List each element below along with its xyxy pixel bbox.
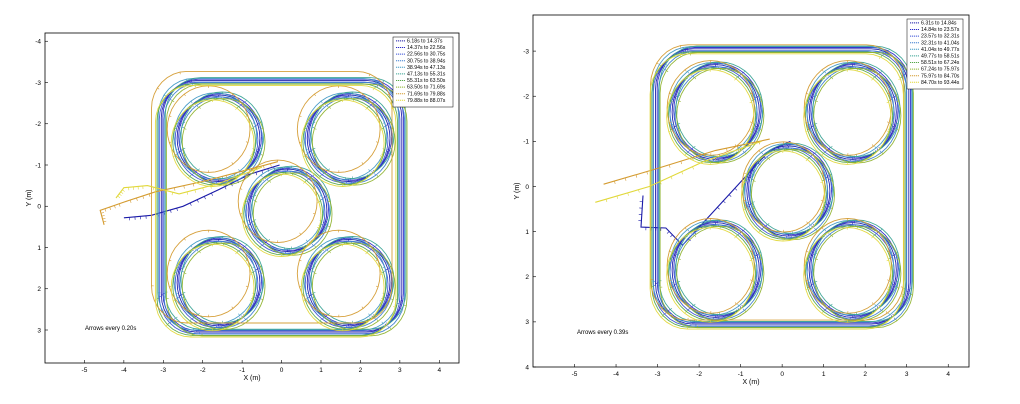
y-axis-label: Y (m) xyxy=(26,190,33,207)
legend-entry: 30.75s to 38.94s xyxy=(407,58,446,64)
legend-entry: 75.97s to 84.70s xyxy=(921,73,960,79)
x-tick-label: -5 xyxy=(82,367,88,374)
x-tick-label: -2 xyxy=(200,367,206,374)
x-tick-label: 0 xyxy=(280,367,284,374)
y-tick-label: -2 xyxy=(523,94,529,101)
x-tick-label: -2 xyxy=(696,371,702,378)
legend-entry: 84.70s to 93.44s xyxy=(921,80,960,86)
legend-entry: 71.69s to 79.88s xyxy=(407,91,446,97)
x-tick-label: -3 xyxy=(655,371,661,378)
x-tick-label: -3 xyxy=(160,367,166,374)
legend-entry: 6.18s to 14.37s xyxy=(407,39,443,45)
legend-entry: 32.31s to 41.04s xyxy=(921,40,960,46)
y-axis-label: Y (m) xyxy=(514,183,521,200)
x-tick-label: -4 xyxy=(121,367,127,374)
x-tick-label: 0 xyxy=(780,371,784,378)
y-tick-label: -3 xyxy=(523,48,529,55)
figure-container: -5 -4 -3 -2 -1 0 1 2 3 4 -4 -3 -2 -1 0 1 2 3 X (m) Y (m) 6.1… xyxy=(0,0,1020,404)
y-tick-label: 1 xyxy=(525,229,529,236)
y-tick-label: 0 xyxy=(37,204,41,211)
y-tick-label: -1 xyxy=(523,139,529,146)
x-tick-label: -1 xyxy=(738,371,744,378)
x-tick-label: -1 xyxy=(239,367,245,374)
legend-entry: 38.94s to 47.13s xyxy=(407,65,446,71)
legend-entry: 14.84s to 23.57s xyxy=(921,27,960,33)
y-tick-label: -1 xyxy=(35,162,41,169)
x-tick-label: 1 xyxy=(822,371,826,378)
x-tick-label: -5 xyxy=(572,371,578,378)
x-tick-label: 3 xyxy=(905,371,909,378)
annotation-text: Arrows every 0.39s xyxy=(577,330,628,336)
y-tick-label: 1 xyxy=(37,245,41,252)
legend-entry: 55.31s to 63.50s xyxy=(407,78,446,84)
legend-entry: 22.56s to 30.75s xyxy=(407,52,446,58)
x-axis-label: X (m) xyxy=(243,375,260,382)
legend-entry: 58.51s to 67.24s xyxy=(921,60,960,66)
x-tick-label: 2 xyxy=(359,367,363,374)
x-tick-label: 3 xyxy=(398,367,402,374)
x-tick-label: -4 xyxy=(613,371,619,378)
legend-entry: 49.77s to 58.51s xyxy=(921,54,960,60)
x-tick-label: 2 xyxy=(863,371,867,378)
legend: 6.31s to 14.84s14.84s to 23.57s23.57s to… xyxy=(906,18,964,90)
y-tick-label: 2 xyxy=(37,286,41,293)
legend: 6.18s to 14.37s14.37s to 22.56s22.56s to… xyxy=(392,36,454,108)
x-axis-label: X (m) xyxy=(742,379,759,386)
legend-entry: 23.57s to 32.31s xyxy=(921,34,960,40)
legend-entry: 67.24s to 75.97s xyxy=(921,67,960,73)
y-tick-label: -4 xyxy=(35,39,41,46)
x-tick-label: 4 xyxy=(946,371,950,378)
y-tick-label: 0 xyxy=(525,184,529,191)
x-tick-label: 1 xyxy=(319,367,323,374)
y-tick-label: 3 xyxy=(525,319,529,326)
y-tick-label: 3 xyxy=(37,327,41,334)
legend-entry: 41.04s to 49.77s xyxy=(921,47,960,53)
y-tick-label: 4 xyxy=(525,364,529,371)
y-tick-label: 2 xyxy=(525,274,529,281)
chart-panel-2: -5 -4 -3 -2 -1 0 1 2 3 4 -3 -2 -1 0 1 2 3 4 X (m) Y (m) 6.31… xyxy=(514,14,970,386)
x-tick-label: 4 xyxy=(437,367,441,374)
legend-entry: 14.37s to 22.56s xyxy=(407,45,446,51)
figure-svg: -5 -4 -3 -2 -1 0 1 2 3 4 -4 -3 -2 -1 0 1 2 3 X (m) Y (m) 6.1… xyxy=(26,14,970,386)
annotation-text: Arrows every 0.20s xyxy=(85,326,136,332)
chart-panel-1: -5 -4 -3 -2 -1 0 1 2 3 4 -4 -3 -2 -1 0 1 2 3 X (m) Y (m) 6.1… xyxy=(26,32,460,382)
y-tick-label: -2 xyxy=(35,121,41,128)
y-tick-label: -3 xyxy=(35,80,41,87)
legend-entry: 6.31s to 14.84s xyxy=(921,21,957,27)
legend-entry: 79.88s to 88.07s xyxy=(407,98,446,104)
legend-entry: 47.13s to 55.31s xyxy=(407,72,446,78)
legend-entry: 63.50s to 71.69s xyxy=(407,85,446,91)
